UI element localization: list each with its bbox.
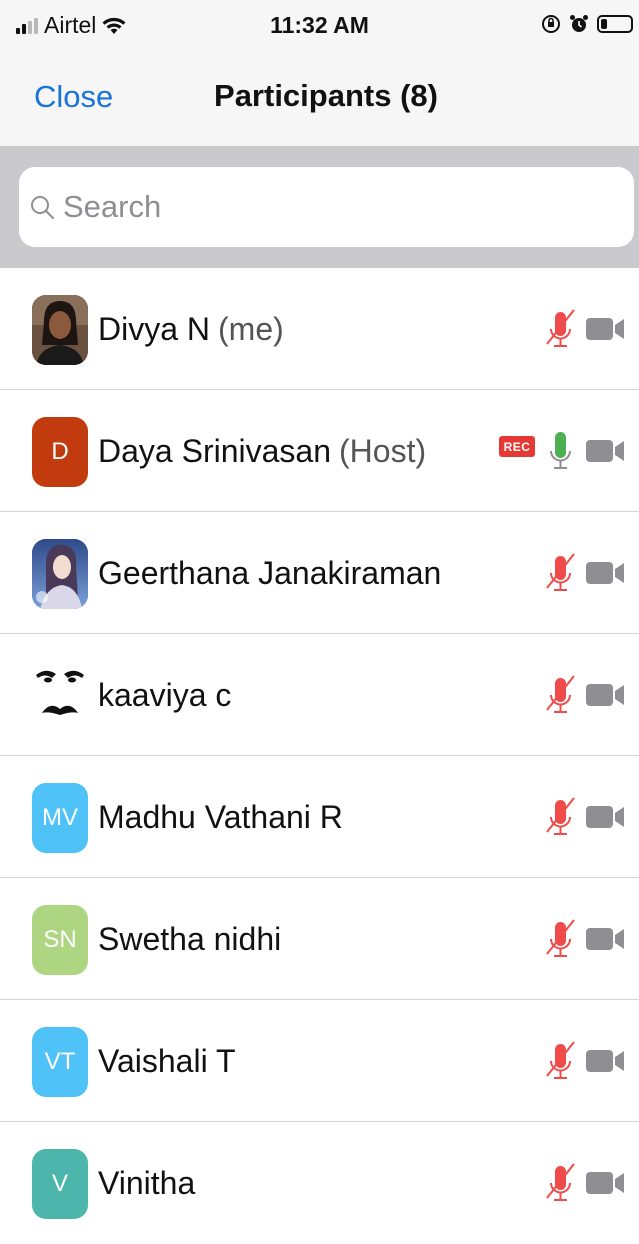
participant-name: Daya Srinivasan [98, 432, 331, 469]
participant-name-line: Swetha nidhi [98, 878, 281, 1000]
participant-name-line: Madhu Vathani R [98, 756, 343, 878]
mic-muted-icon[interactable] [545, 1162, 576, 1207]
participant-name-line: Vaishali T [98, 1000, 236, 1122]
participant-name: Geerthana Janakiraman [98, 554, 442, 591]
status-bar: Airtel 11:32 AM [0, 0, 639, 52]
video-off-icon[interactable] [586, 804, 626, 835]
video-off-icon[interactable] [586, 1048, 626, 1079]
participant-row[interactable]: MV Madhu Vathani R [0, 756, 639, 878]
video-off-icon[interactable] [586, 438, 626, 469]
search-input[interactable] [61, 188, 605, 226]
participant-name-line: Vinitha [98, 1122, 195, 1244]
video-off-icon[interactable] [586, 1170, 626, 1201]
participant-name: Divya N [98, 310, 211, 347]
participant-name-line: Geerthana Janakiraman [98, 512, 441, 634]
participant-row[interactable]: Divya N (me) [0, 268, 639, 390]
participant-row[interactable]: kaaviya c [0, 634, 639, 756]
video-off-icon[interactable] [586, 560, 626, 591]
avatar-initials: D [32, 417, 88, 487]
orientation-lock-icon [542, 15, 560, 33]
participant-name-line: kaaviya c [98, 634, 231, 756]
mic-on-icon[interactable] [545, 430, 576, 475]
participant-row[interactable]: VT Vaishali T [0, 1000, 639, 1122]
nav-bar: Close Participants (8) [0, 52, 639, 147]
participant-row[interactable]: Geerthana Janakiraman [0, 512, 639, 634]
alarm-icon [570, 15, 588, 32]
participant-row[interactable]: SN Swetha nidhi [0, 878, 639, 1000]
avatar-initials: MV [32, 783, 88, 853]
battery-icon [597, 15, 633, 33]
participant-row[interactable]: D Daya Srinivasan (Host) REC [0, 390, 639, 512]
video-off-icon[interactable] [586, 682, 626, 713]
mic-muted-icon[interactable] [545, 918, 576, 963]
search-area [0, 147, 639, 268]
mic-muted-icon[interactable] [545, 674, 576, 719]
participant-name: Vaishali T [98, 1042, 236, 1079]
participant-name: Vinitha [98, 1164, 196, 1201]
page-title: Participants (8) [214, 78, 438, 113]
participant-name: Swetha nidhi [98, 920, 282, 957]
participant-role: (me) [218, 310, 284, 347]
participant-name: Madhu Vathani R [98, 798, 343, 835]
avatar-initials: V [32, 1149, 88, 1219]
search-box[interactable] [19, 167, 634, 247]
mic-muted-icon[interactable] [545, 308, 576, 353]
avatar-photo [32, 295, 88, 365]
avatar-drawing [32, 661, 88, 731]
avatar-initials: SN [32, 905, 88, 975]
status-bar-right [541, 14, 633, 34]
participant-list: Divya N (me) D Daya Srinivasan (Host) RE… [0, 268, 639, 1244]
avatar-photo [32, 539, 88, 609]
mic-muted-icon[interactable] [545, 796, 576, 841]
battery-level [601, 19, 607, 29]
participant-name: kaaviya c [98, 676, 232, 713]
video-off-icon[interactable] [586, 316, 626, 347]
participant-role: (Host) [339, 432, 427, 469]
search-icon [31, 196, 54, 219]
avatar-initials: VT [32, 1027, 88, 1097]
participant-name-line: Divya N (me) [98, 268, 284, 390]
recording-badge: REC [499, 436, 535, 457]
participant-name-line: Daya Srinivasan (Host) [98, 390, 426, 512]
mic-muted-icon[interactable] [545, 552, 576, 597]
participant-row[interactable]: V Vinitha [0, 1122, 639, 1244]
video-off-icon[interactable] [586, 926, 626, 957]
mic-muted-icon[interactable] [545, 1040, 576, 1085]
